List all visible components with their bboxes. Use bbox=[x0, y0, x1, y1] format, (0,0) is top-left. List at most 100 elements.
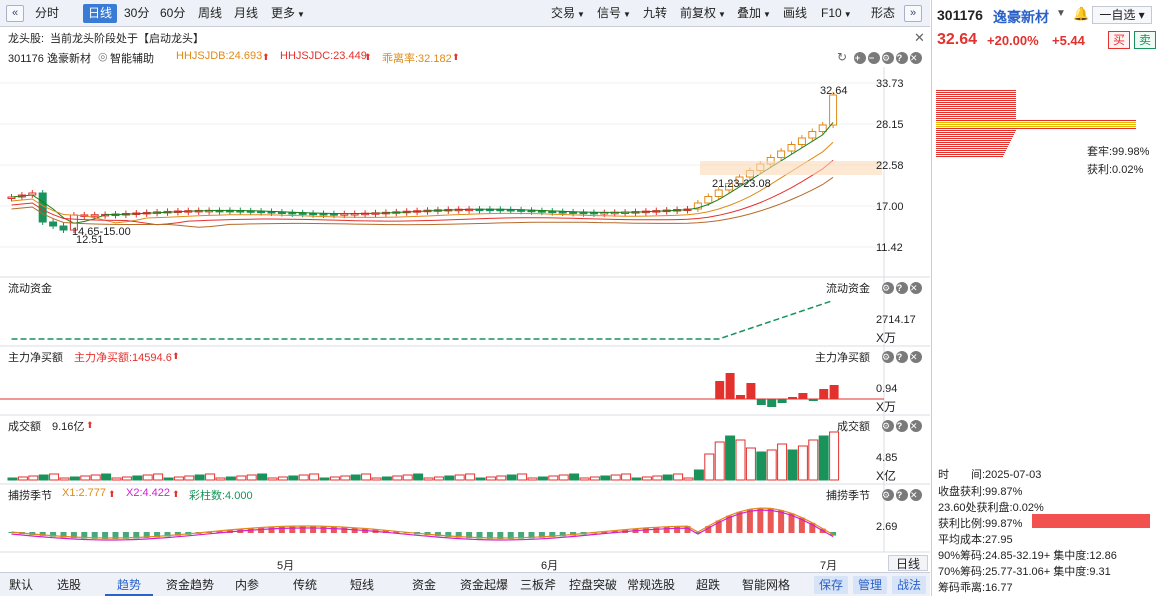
chip-bar bbox=[936, 116, 1016, 117]
btab-traditional[interactable]: 传统 bbox=[280, 576, 330, 594]
season-panel-controls[interactable]: ⚙? ✕ bbox=[880, 487, 922, 501]
tab-weekly[interactable]: 周线 bbox=[193, 4, 227, 23]
volume-bar bbox=[49, 473, 60, 481]
season-bar bbox=[757, 508, 764, 533]
btab-funds[interactable]: 资金 bbox=[398, 576, 450, 594]
volume-bar bbox=[527, 477, 538, 481]
btab-default[interactable]: 默认 bbox=[2, 576, 40, 594]
save-button[interactable]: 保存 bbox=[814, 576, 848, 594]
nine-turn-button[interactable]: 九转 bbox=[638, 4, 672, 23]
season-bar bbox=[341, 527, 348, 533]
season-panel-header: 捕捞季节 X1:2.777 ⬆ X2:4.422 ⬆ 彩柱数:4.000 捕捞季… bbox=[0, 484, 930, 504]
season-x2: X2:4.422 bbox=[126, 487, 171, 499]
up-arrow-icon: ⬆ bbox=[262, 52, 270, 62]
price-tick: 11.42 bbox=[876, 242, 903, 254]
volume-bar bbox=[59, 477, 70, 481]
adjust-menu[interactable]: 前复权 ▼ bbox=[675, 4, 731, 23]
profit-ratio: 获利:0.02% bbox=[1087, 164, 1144, 176]
chip-bar bbox=[936, 124, 1136, 125]
net-sell-bar bbox=[777, 399, 787, 403]
stock-name[interactable]: 逸豪新材 bbox=[993, 7, 1049, 27]
btab-normal-select[interactable]: 常规选股 bbox=[624, 576, 678, 594]
quote-side-panel: 301176 逸豪新材 ▼ 🔔 一自选 ▾ 32.64 +20.00% +5.4… bbox=[931, 0, 1162, 596]
tab-60min[interactable]: 60分 bbox=[155, 4, 190, 23]
strategy-button[interactable]: 战法 bbox=[892, 576, 926, 594]
draw-line-button[interactable]: 画线 bbox=[778, 4, 812, 23]
caret-down-icon: ▼ bbox=[843, 10, 852, 19]
chip-bar bbox=[936, 98, 1016, 99]
chip-bar bbox=[936, 148, 1007, 149]
volume-bar bbox=[319, 477, 330, 481]
vol-title-right: 成交额 bbox=[837, 421, 870, 433]
volume-bar bbox=[381, 476, 392, 481]
btab-fund-trend[interactable]: 资金趋势 bbox=[160, 576, 220, 594]
vol-panel-controls[interactable]: ⚙? ✕ bbox=[880, 418, 922, 432]
net-panel-controls[interactable]: ⚙? ✕ bbox=[880, 349, 922, 363]
main-legend: 301176 逸豪新材 ◎ 智能辅助 HHJSJDB:24.693 ⬆ HHJS… bbox=[0, 47, 930, 67]
volume-bar bbox=[267, 477, 278, 481]
tab-timeshare[interactable]: 分时 bbox=[30, 4, 64, 23]
bell-icon[interactable]: 🔔 bbox=[1073, 6, 1089, 22]
f10-menu[interactable]: F10 ▼ bbox=[816, 4, 857, 23]
chip-bar bbox=[936, 104, 1016, 105]
btab-oversold[interactable]: 超跌 bbox=[686, 576, 730, 594]
volume-bar bbox=[142, 474, 153, 481]
btab-trend[interactable]: 趋势 bbox=[102, 576, 156, 594]
tab-30min[interactable]: 30分 bbox=[119, 4, 154, 23]
chip-bar bbox=[936, 112, 1016, 113]
tab-daily[interactable]: 日线 bbox=[83, 4, 118, 23]
tab-monthly[interactable]: 月线 bbox=[229, 4, 263, 23]
season-bar bbox=[268, 526, 275, 533]
chart-area[interactable]: 龙头股: 当前龙头阶段处于【启动龙头】 ✕ 301176 逸豪新材 ◎ 智能辅助… bbox=[0, 27, 930, 572]
chip-bar bbox=[936, 102, 1016, 103]
overlay-menu[interactable]: 叠加 ▼ bbox=[732, 4, 776, 23]
low-price-annotation: 12.51 bbox=[76, 234, 104, 246]
volume-bar bbox=[610, 474, 621, 481]
manage-button[interactable]: 管理 bbox=[853, 576, 887, 594]
collapse-left-icon[interactable]: « bbox=[6, 5, 24, 22]
assist-icon[interactable]: ◎ bbox=[98, 50, 108, 63]
btab-stock-select[interactable]: 选股 bbox=[46, 576, 92, 594]
more-menu[interactable]: 更多 ▼ bbox=[266, 4, 310, 23]
season-axis-value: 2.69 bbox=[876, 521, 898, 533]
season-bar bbox=[299, 526, 306, 533]
vol-axis-value: 4.85 bbox=[876, 452, 898, 464]
indicator-dc: HHJSJDC:23.449 bbox=[280, 50, 367, 62]
period-indicator[interactable]: 日线 bbox=[888, 555, 928, 571]
watchlist-button[interactable]: 一自选 ▾ bbox=[1092, 6, 1152, 24]
assist-label[interactable]: 智能辅助 bbox=[110, 50, 154, 66]
btab-control-break[interactable]: 控盘突破 bbox=[566, 576, 620, 594]
volume-bar bbox=[569, 473, 580, 481]
candle-body bbox=[777, 150, 786, 158]
btab-insider[interactable]: 内参 bbox=[224, 576, 270, 594]
chip-bar bbox=[936, 106, 1016, 107]
candle-body bbox=[714, 189, 723, 197]
chip-bar bbox=[936, 154, 1004, 155]
btab-smart-grid[interactable]: 智能网格 bbox=[740, 576, 792, 594]
indicator-db: HHJSJDB:24.693 bbox=[176, 50, 263, 62]
chip-bar bbox=[936, 92, 1016, 93]
sell-button[interactable]: 卖 bbox=[1134, 31, 1156, 49]
month-label: 7月 bbox=[820, 560, 838, 572]
month-label: 5月 bbox=[277, 560, 295, 572]
app-window: « 分时 日线 30分 60分 周线 月线 更多 ▼ 交易 ▼ 信号 ▼ 九转 前复权… bbox=[0, 0, 1162, 596]
close-icon[interactable]: ✕ bbox=[914, 30, 925, 46]
dropdown-icon[interactable]: ▼ bbox=[1056, 8, 1066, 19]
flow-panel-controls[interactable]: ⚙? ✕ bbox=[880, 280, 922, 294]
buy-button[interactable]: 买 bbox=[1108, 31, 1130, 49]
trade-menu[interactable]: 交易 ▼ bbox=[546, 4, 590, 23]
candle-body bbox=[59, 225, 68, 231]
btab-fund-burst[interactable]: 资金起爆 bbox=[456, 576, 512, 594]
volume-bar bbox=[631, 477, 642, 481]
btab-three-axes[interactable]: 三板斧 bbox=[514, 576, 562, 594]
chip-bar bbox=[936, 140, 1011, 141]
btab-shortline[interactable]: 短线 bbox=[336, 576, 388, 594]
chip-bar bbox=[936, 150, 1006, 151]
pattern-button[interactable]: 形态 bbox=[866, 4, 900, 23]
volume-bar bbox=[111, 477, 122, 481]
signal-menu[interactable]: 信号 ▼ bbox=[592, 4, 636, 23]
collapse-right-icon[interactable]: » bbox=[904, 5, 922, 22]
locked-ratio: 套牢:99.98% bbox=[1087, 146, 1150, 158]
main-panel-controls[interactable]: ↻ + − ⚙? ✕ bbox=[837, 50, 922, 64]
chip-bar bbox=[936, 128, 1136, 129]
